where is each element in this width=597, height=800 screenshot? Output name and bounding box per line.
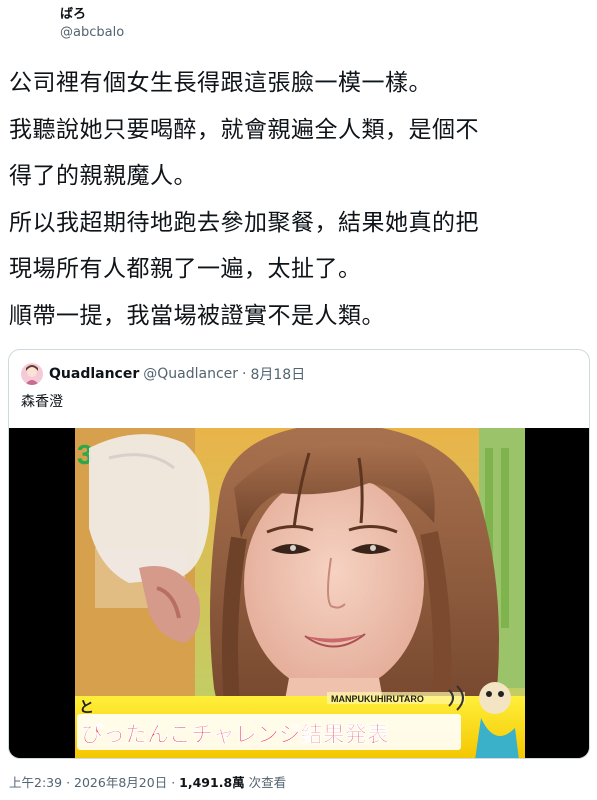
quote-header: Quadlancer @Quadlancer · 8月18日 <box>21 363 305 385</box>
author-name[interactable]: ばろ <box>60 6 124 24</box>
views-label: 次查看 <box>248 775 287 790</box>
tweet-meta: 上午2:39 · 2026年8月20日 · 1,491.8萬 次查看 <box>9 772 286 791</box>
quote-text: 森香澄 <box>21 394 63 410</box>
quote-author-name[interactable]: Quadlancer <box>49 366 139 382</box>
tweet-line: 現場所有人都親了一遍，太扯了。 <box>9 256 362 282</box>
quote-media-image[interactable]: 3 と MANPUKUHIRUTARO ぴったんこチャレンジ結果発表 <box>9 428 589 758</box>
tweet-line: 所以我超期待地跑去參加聚餐，結果她真的把 <box>9 209 479 236</box>
tweet-date[interactable]: 2026年8月20日 <box>74 775 167 790</box>
view-count[interactable]: 1,491.8萬 <box>179 775 245 790</box>
svg-text:と: と <box>79 699 94 716</box>
media-caption: ぴったんこチャレンジ結果発表 <box>81 722 390 748</box>
author-handle[interactable]: @abcbalo <box>60 24 124 42</box>
quote-author-handle[interactable]: @Quadlancer <box>143 366 238 382</box>
separator-dot: · <box>171 775 176 790</box>
tweet-line: 公司裡有個女生長得跟這張臉一模一樣。 <box>9 70 432 96</box>
separator-dot: · <box>66 775 71 790</box>
tweet-author[interactable]: ばろ @abcbalo <box>60 6 124 42</box>
tweet-line: 得了的親親魔人。 <box>9 163 197 189</box>
tweet-text: 公司裡有個女生長得跟這張臉一模一樣。 我聽說她只要喝醉，就會親遍全人類，是個不 … <box>9 60 591 339</box>
quote-date[interactable]: 8月18日 <box>250 364 305 384</box>
tweet-time[interactable]: 上午2:39 <box>9 775 62 790</box>
avatar-icon <box>21 363 43 385</box>
tweet-line: 順帶一提，我當場被證實不是人類。 <box>9 302 385 329</box>
separator-dot: · <box>242 366 247 382</box>
media-logo-text: MANPUKUHIRUTARO <box>331 694 424 704</box>
quote-avatar[interactable] <box>21 363 43 385</box>
tweet-line: 我聽說她只要喝醉，就會親遍全人類，是個不 <box>9 116 479 143</box>
quoted-tweet-card[interactable]: Quadlancer @Quadlancer · 8月18日 森香澄 3 と M… <box>8 349 590 759</box>
media-photo-icon: 3 と MANPUKUHIRUTARO ぴったんこチャレンジ結果発表 <box>9 428 589 758</box>
